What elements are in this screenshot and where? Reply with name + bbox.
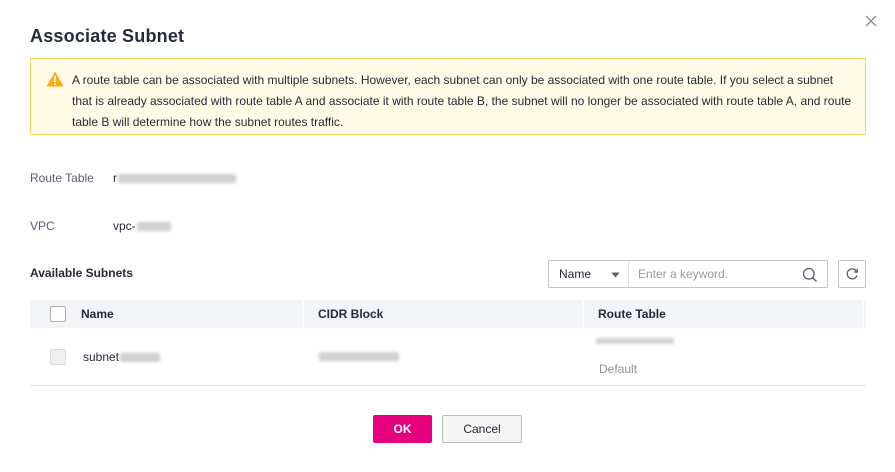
close-button[interactable] bbox=[862, 12, 880, 30]
refresh-button[interactable] bbox=[838, 260, 866, 288]
subnet-name-cell: subnet bbox=[83, 350, 161, 364]
route-table-value: r bbox=[113, 171, 236, 185]
vpc-value-prefix: vpc- bbox=[113, 219, 136, 233]
route-table-name-cell bbox=[596, 338, 674, 344]
dialog-title: Associate Subnet bbox=[30, 26, 185, 46]
cancel-button[interactable]: Cancel bbox=[442, 415, 522, 443]
alert-text: A route table can be associated with mul… bbox=[72, 73, 852, 129]
search-input[interactable] bbox=[638, 262, 798, 286]
redacted-text bbox=[118, 173, 236, 183]
redacted-text bbox=[136, 221, 171, 231]
column-divider bbox=[583, 300, 584, 328]
subnets-table: Name CIDR Block Route Table subnet Defau… bbox=[30, 300, 866, 386]
available-subnets-title: Available Subnets bbox=[30, 266, 133, 280]
redacted-text bbox=[596, 338, 674, 344]
caret-down-icon bbox=[611, 272, 620, 278]
table-header: Name CIDR Block Route Table bbox=[30, 300, 866, 328]
column-header-route-table: Route Table bbox=[598, 307, 666, 321]
refresh-icon bbox=[846, 268, 859, 280]
close-icon bbox=[865, 15, 877, 27]
column-header-cidr: CIDR Block bbox=[318, 307, 384, 321]
redacted-text bbox=[120, 352, 161, 362]
ok-button[interactable]: OK bbox=[373, 415, 432, 443]
route-table-value-prefix: r bbox=[113, 171, 117, 185]
subnet-name-prefix: subnet bbox=[83, 350, 120, 364]
route-table-default-tag: Default bbox=[599, 362, 638, 376]
route-table-label: Route Table bbox=[30, 171, 94, 185]
select-all-checkbox[interactable] bbox=[50, 306, 66, 322]
filter-field-select[interactable]: Name bbox=[549, 261, 629, 287]
vpc-label: VPC bbox=[30, 219, 55, 233]
search-bar: Name bbox=[548, 260, 828, 288]
column-header-name: Name bbox=[81, 307, 114, 321]
cidr-block-cell bbox=[319, 352, 399, 361]
associate-subnet-dialog: Associate Subnet A route table can be as… bbox=[0, 0, 895, 472]
column-divider bbox=[863, 300, 864, 328]
search-icon[interactable] bbox=[802, 267, 818, 283]
table-row: subnet Default bbox=[30, 328, 866, 386]
redacted-text bbox=[319, 352, 399, 361]
warning-alert: A route table can be associated with mul… bbox=[30, 58, 866, 135]
column-divider bbox=[303, 300, 304, 328]
row-checkbox[interactable] bbox=[50, 349, 66, 365]
filter-field-value: Name bbox=[559, 267, 592, 281]
vpc-value: vpc- bbox=[113, 219, 171, 233]
warning-triangle-icon bbox=[46, 71, 64, 87]
